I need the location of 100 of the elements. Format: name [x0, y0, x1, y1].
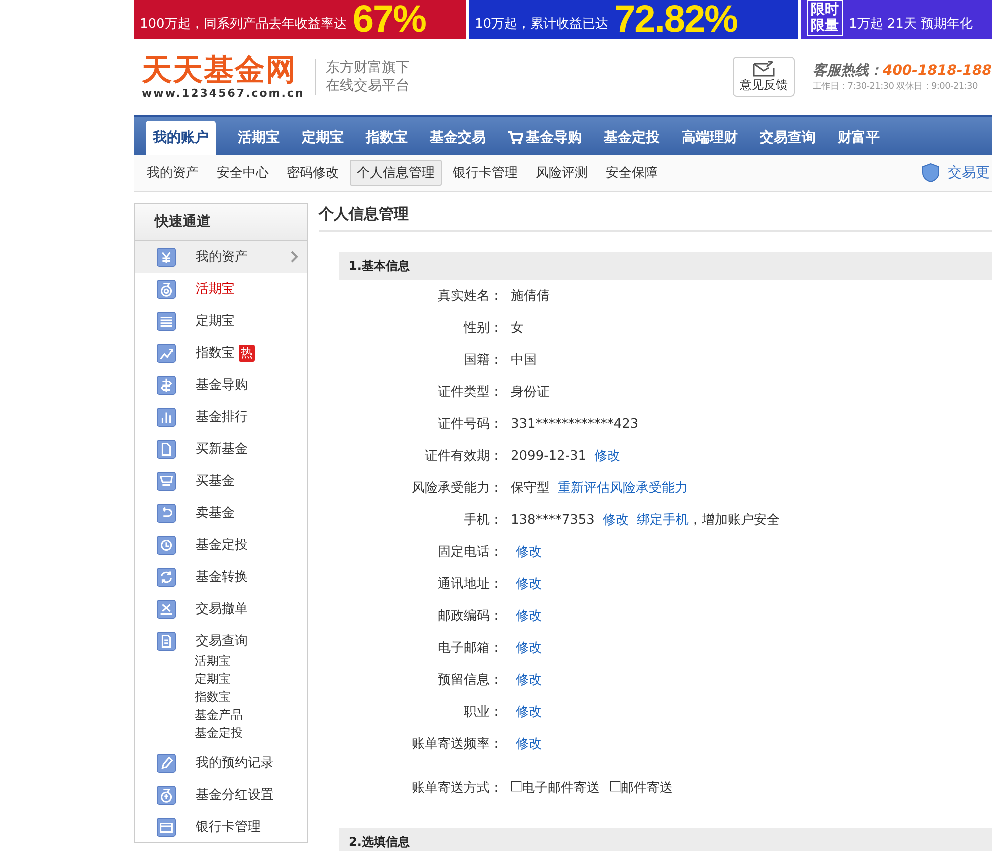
sub-nav-link[interactable]: 密码修改: [280, 160, 346, 186]
refresh-icon: [157, 568, 176, 586]
field-label: 通讯地址：: [437, 576, 504, 593]
sidebar-item[interactable]: 基金导购: [135, 369, 307, 401]
banner-caption: 100万起，同系列产品去年收益率达: [140, 16, 347, 34]
edit-link[interactable]: 修改: [516, 607, 542, 625]
sidebar-label: 基金导购: [196, 377, 248, 394]
sidebar-subitem[interactable]: 基金定投: [195, 724, 307, 742]
field-label: 性别：: [462, 320, 504, 337]
checkbox-label[interactable]: 邮件寄送: [621, 779, 673, 797]
service-hours: 工作日：7:30-21:30 双休日：9:00-21:30: [812, 80, 979, 92]
site-url: www.1234567.com.cn: [142, 86, 305, 100]
sidebar-item[interactable]: 银行卡管理: [135, 811, 307, 843]
field-label: 证件类型：: [437, 384, 504, 401]
checkbox-label[interactable]: 电子邮件寄送: [522, 779, 600, 797]
banner-caption: 1万起 21天 预期年化: [849, 16, 974, 34]
sub-nav-link[interactable]: 安全保障: [599, 160, 665, 186]
sub-nav-link[interactable]: 银行卡管理: [446, 160, 525, 186]
edit-link[interactable]: 修改: [516, 671, 542, 689]
sidebar-item[interactable]: 基金定投: [135, 529, 307, 561]
sidebar-label: 买基金: [196, 473, 235, 490]
sidebar-item[interactable]: 买基金: [135, 465, 307, 497]
sidebar-item[interactable]: 交易撤单: [135, 593, 307, 625]
sidebar-item[interactable]: 我的资产: [135, 241, 307, 273]
hotline-number: 400-1818-188: [882, 62, 992, 78]
field-label: 证件有效期：: [424, 448, 504, 465]
field-label: 职业：: [463, 704, 504, 721]
sidebar-item[interactable]: 指数宝 热: [135, 337, 307, 369]
sidebar-label: 交易查询: [196, 633, 248, 650]
edit-link[interactable]: 修改: [594, 447, 621, 465]
promo-banner[interactable]: 限时 限量 1万起 21天 预期年化: [801, 0, 992, 39]
nav-tab[interactable]: 指数宝: [360, 121, 414, 155]
field-label: 真实姓名：: [437, 288, 504, 305]
banner-figure: 67%: [352, 1, 426, 39]
envelope-icon: [752, 61, 775, 77]
nav-tab[interactable]: 交易查询: [754, 121, 822, 155]
nav-tab[interactable]: 财富平: [832, 121, 886, 155]
sidebar-item[interactable]: 基金分红设置: [135, 779, 307, 811]
sub-nav-link[interactable]: 安全中心: [210, 160, 276, 186]
nav-tab[interactable]: 活期宝: [232, 121, 286, 155]
sidebar-item[interactable]: 基金排行: [135, 401, 307, 433]
sidebar-label: 基金定投: [196, 537, 248, 554]
cart-icon: [508, 131, 523, 145]
sidebar-item[interactable]: 活期宝: [135, 273, 307, 305]
chart-icon: [157, 344, 176, 362]
promo-banner[interactable]: 10万起，累计收益已达 72.82%: [469, 0, 798, 39]
nav-tab[interactable]: 基金定投: [598, 121, 666, 155]
sidebar-item[interactable]: 卖基金: [135, 497, 307, 529]
sub-nav-link[interactable]: 风险评测: [529, 160, 595, 186]
edit-link[interactable]: 修改: [516, 543, 542, 561]
sidebar-item[interactable]: 基金转换: [135, 561, 307, 593]
checkbox[interactable]: [610, 781, 621, 792]
sidebar-label: 我的预约记录: [196, 755, 274, 772]
sidebar-item[interactable]: 定期宝: [135, 305, 307, 337]
field-label: 风险承受能力：: [411, 480, 504, 497]
sidebar-subitem[interactable]: 指数宝: [195, 688, 307, 706]
sidebar-item[interactable]: 我的预约记录: [135, 747, 307, 779]
sidebar-label: 指数宝: [196, 345, 235, 362]
nav-tab[interactable]: 基金交易: [424, 121, 492, 155]
sub-nav-link[interactable]: 个人信息管理: [350, 160, 442, 186]
field-note: ，增加账户安全: [688, 512, 780, 529]
chevron-right-icon: [291, 251, 299, 263]
nav-tab[interactable]: 高端理财: [676, 121, 744, 155]
banner-caption: 10万起，累计收益已达: [475, 16, 609, 34]
edit-link[interactable]: 修改: [516, 575, 542, 593]
nav-tab[interactable]: 基金导购: [502, 121, 588, 155]
nav-tab[interactable]: 我的账户: [146, 121, 216, 155]
edit-link[interactable]: 重新评估风险承受能力: [558, 479, 688, 497]
sidebar-label: 活期宝: [196, 281, 235, 298]
promo-banner[interactable]: 100万起，同系列产品去年收益率达 67%: [134, 0, 466, 39]
sidebar-subitem[interactable]: 基金产品: [195, 706, 307, 724]
sidebar-subitem[interactable]: 定期宝: [195, 670, 307, 688]
field-label: 预留信息：: [437, 672, 504, 689]
document-icon: [157, 632, 176, 650]
pencil-icon: [157, 754, 176, 772]
field-label: 证件号码：: [437, 416, 504, 433]
field-value: 保守型: [511, 480, 550, 497]
field-label: 电子邮箱：: [437, 640, 504, 657]
yen-icon: [157, 248, 176, 266]
clock-icon: [157, 536, 176, 554]
edit-link[interactable]: 绑定手机: [636, 511, 689, 529]
bar-chart-icon: [157, 408, 176, 426]
checkbox[interactable]: [511, 781, 522, 792]
nav-tab[interactable]: 定期宝: [296, 121, 350, 155]
feedback-button[interactable]: 意见反馈: [732, 57, 795, 97]
section-header: 1.基本信息: [339, 252, 992, 280]
edit-link[interactable]: 修改: [516, 735, 542, 753]
sub-nav-link[interactable]: 我的资产: [140, 160, 206, 186]
sidebar-subitem[interactable]: 活期宝: [195, 652, 307, 670]
sidebar-label: 基金排行: [196, 409, 248, 426]
trade-link[interactable]: 交易更: [948, 164, 990, 182]
card-icon: [157, 818, 176, 836]
edit-link[interactable]: 修改: [516, 639, 542, 657]
field-value: 2099-12-31: [511, 448, 587, 464]
sidebar-label: 基金转换: [196, 569, 248, 586]
edit-link[interactable]: 修改: [602, 511, 629, 529]
sidebar-item[interactable]: 买新基金: [135, 433, 307, 465]
edit-link[interactable]: 修改: [516, 703, 542, 721]
sidebar-label: 买新基金: [196, 441, 248, 458]
section-header: 2.选填信息: [339, 828, 992, 851]
